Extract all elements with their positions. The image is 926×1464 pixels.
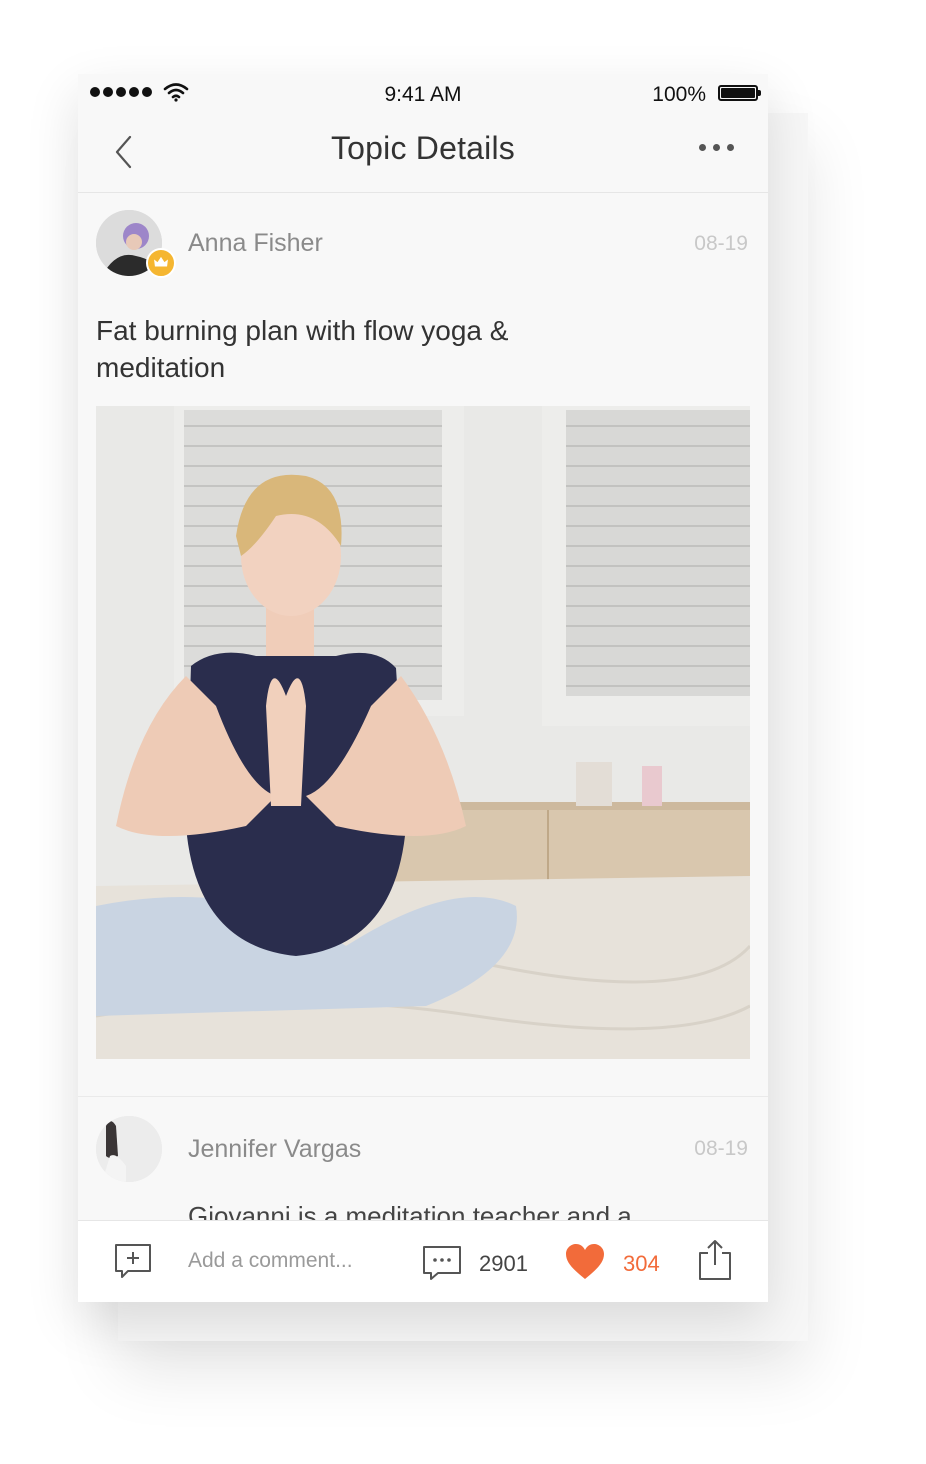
status-bar: 9:41 AM 100% — [78, 74, 768, 114]
comment-author-name[interactable]: Jennifer Vargas — [188, 1135, 361, 1164]
comment-date: 08-19 — [694, 1137, 748, 1160]
share-icon[interactable] — [696, 1239, 734, 1281]
crown-icon — [146, 248, 176, 278]
comment-icon[interactable] — [422, 1245, 462, 1281]
post-date: 08-19 — [694, 232, 748, 255]
like-count: 304 — [623, 1251, 660, 1276]
bottom-action-bar: 2901 304 — [78, 1220, 768, 1302]
post-photo[interactable] — [96, 406, 750, 1059]
battery-percent: 100% — [652, 83, 706, 106]
page-title: Topic Details — [330, 130, 515, 166]
post-author-name[interactable]: Anna Fisher — [188, 229, 323, 258]
more-dots-icon[interactable] — [699, 144, 734, 151]
section-divider — [78, 1096, 768, 1097]
commenter-avatar[interactable] — [96, 1116, 162, 1182]
comment-input[interactable] — [188, 1249, 398, 1273]
add-comment-icon[interactable] — [114, 1243, 152, 1279]
heart-icon[interactable] — [564, 1243, 606, 1281]
comment-count: 2901 — [479, 1251, 528, 1276]
battery-icon — [718, 85, 761, 101]
nav-bar: Topic Details — [78, 114, 768, 193]
post-title: Fat burning plan with flow yoga & medita… — [96, 315, 509, 383]
phone-screen: 9:41 AM 100% Topic Details Anna Fisher 0… — [78, 74, 768, 1302]
comment-text: Giovanni is a meditation teacher and a — [188, 1201, 632, 1220]
